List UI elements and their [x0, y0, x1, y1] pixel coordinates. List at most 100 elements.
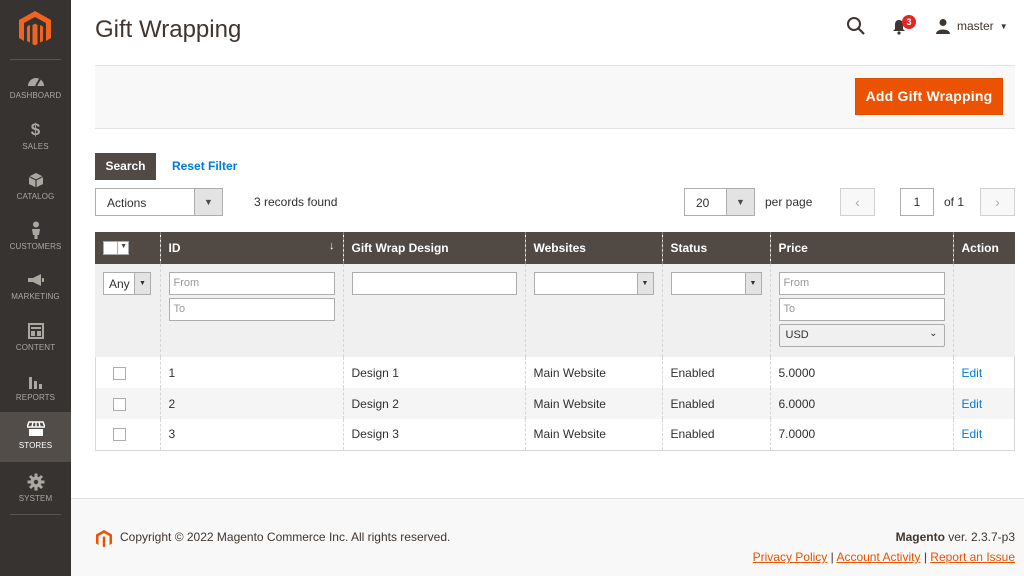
mass-filter-select[interactable]: Any ▼ — [103, 272, 151, 295]
column-header-label: Websites — [533, 241, 586, 255]
sidebar-item-system[interactable]: SYSTEM — [0, 465, 71, 515]
layout-icon — [0, 320, 71, 342]
table-row[interactable]: 1 Design 1 Main Website Enabled 5.0000 E… — [95, 357, 1015, 388]
column-header-design[interactable]: Gift Wrap Design — [343, 232, 526, 264]
cell-price: 5.0000 — [770, 357, 954, 388]
id-to-input[interactable]: To — [168, 298, 335, 321]
cell-price: 6.0000 — [770, 388, 954, 419]
sidebar-divider — [10, 59, 61, 60]
add-gift-wrapping-button[interactable]: Add Gift Wrapping — [855, 78, 1003, 115]
sort-arrow-icon: ↓ — [329, 240, 335, 252]
sidebar-item-customers[interactable]: CUSTOMERS — [0, 213, 71, 263]
filter-cell — [343, 264, 526, 357]
filter-cell: ▼ — [525, 264, 663, 357]
magento-logo[interactable] — [19, 11, 51, 47]
sidebar-item-label: CATALOG — [16, 192, 55, 201]
page-count: of 1 — [944, 195, 965, 209]
box-icon — [0, 169, 71, 191]
price-from-input[interactable]: From — [778, 272, 945, 295]
current-page-input[interactable]: 1 — [900, 188, 934, 216]
user-account-menu[interactable]: master ▼ — [935, 17, 1008, 35]
websites-filter-select[interactable]: ▼ — [533, 272, 654, 295]
row-checkbox[interactable] — [113, 397, 126, 411]
table-header-row: ▼ ID ↓ Gift Wrap Design Websites Status … — [95, 232, 1015, 264]
privacy-policy-link[interactable]: Privacy Policy — [753, 550, 828, 564]
per-page-label: per page — [765, 195, 813, 209]
design-filter-input[interactable] — [351, 272, 517, 295]
chevron-down-icon: ▼ — [120, 243, 127, 251]
notifications-button[interactable]: 3 — [890, 15, 916, 36]
column-header-id[interactable]: ID ↓ — [160, 232, 344, 264]
chevron-down-icon: ▼ — [999, 21, 1008, 31]
per-page-select[interactable]: 20 ▼ — [684, 188, 755, 216]
edit-link[interactable]: Edit — [962, 427, 983, 441]
chevron-down-icon: ▼ — [134, 273, 150, 294]
row-select-cell — [95, 388, 161, 419]
currency-select[interactable]: USD ⌄ — [778, 324, 945, 347]
footer-links: Privacy Policy | Account Activity | Repo… — [752, 550, 1015, 564]
row-checkbox[interactable] — [113, 428, 126, 442]
column-header-websites[interactable]: Websites — [525, 232, 663, 264]
column-header-label: ID — [168, 241, 181, 255]
previous-page-button[interactable]: ‹ — [840, 188, 875, 216]
cell-status: Enabled — [662, 388, 771, 419]
magento-footer-logo — [96, 530, 112, 548]
filter-cell: ▼ — [662, 264, 771, 357]
reset-filter-link[interactable]: Reset Filter — [172, 159, 237, 173]
search-icon[interactable] — [845, 15, 867, 37]
mass-select-checkbox[interactable]: ▼ — [103, 241, 129, 256]
id-from-input[interactable]: From — [168, 272, 335, 295]
sidebar-item-catalog[interactable]: CATALOG — [0, 163, 71, 213]
cell-design: Design 3 — [343, 419, 526, 451]
cell-id: 1 — [160, 357, 344, 388]
sidebar-item-dashboard[interactable]: DASHBOARD — [0, 62, 71, 112]
sidebar-item-sales[interactable]: $ SALES — [0, 113, 71, 163]
column-header-price[interactable]: Price — [770, 232, 954, 264]
report-issue-link[interactable]: Report an Issue — [930, 550, 1015, 564]
cell-id: 2 — [160, 388, 344, 419]
user-name: master — [957, 19, 994, 33]
cell-website: Main Website — [525, 357, 663, 388]
sidebar-item-marketing[interactable]: MARKETING — [0, 263, 71, 313]
row-select-cell — [95, 357, 161, 388]
chevron-down-icon: ▼ — [744, 273, 761, 294]
dashboard-icon — [0, 68, 71, 90]
column-header-label: Action — [961, 241, 999, 255]
status-filter-select[interactable]: ▼ — [670, 272, 762, 295]
sidebar-item-label: CUSTOMERS — [9, 242, 62, 251]
column-header-status[interactable]: Status — [662, 232, 771, 264]
storefront-icon — [0, 418, 71, 440]
filter-cell — [953, 264, 1015, 357]
bar-chart-icon — [0, 370, 71, 392]
per-page-value: 20 — [696, 196, 710, 210]
cell-website: Main Website — [525, 419, 663, 451]
next-page-button[interactable]: › — [980, 188, 1015, 216]
price-to-input[interactable]: To — [778, 298, 945, 321]
sidebar-item-stores[interactable]: STORES — [0, 412, 71, 462]
mass-actions-select[interactable]: Actions ▼ — [95, 188, 223, 216]
records-found: 3 records found — [254, 195, 338, 209]
account-activity-link[interactable]: Account Activity — [836, 550, 920, 564]
dollar-icon: $ — [30, 120, 41, 139]
mass-select-header[interactable]: ▼ — [95, 232, 161, 264]
sidebar-item-label: DASHBOARD — [9, 91, 62, 100]
currency-value: USD — [785, 329, 809, 341]
sidebar-divider — [10, 514, 61, 515]
sidebar-item-content[interactable]: CONTENT — [0, 314, 71, 364]
table-row[interactable]: 3 Design 3 Main Website Enabled 7.0000 E… — [95, 419, 1015, 451]
search-button[interactable]: Search — [95, 153, 156, 180]
edit-link[interactable]: Edit — [962, 397, 983, 411]
edit-link[interactable]: Edit — [962, 366, 983, 380]
mass-filter-value: Any — [109, 277, 130, 291]
table-row[interactable]: 2 Design 2 Main Website Enabled 6.0000 E… — [95, 388, 1015, 419]
chevron-down-icon: ▼ — [726, 189, 754, 215]
chevron-down-icon: ⌄ — [929, 328, 938, 339]
filter-row: Any ▼ From To ▼ ▼ From To USD ⌄ — [95, 264, 1015, 357]
column-header-label: Price — [778, 241, 808, 255]
cell-status: Enabled — [662, 419, 771, 451]
row-checkbox[interactable] — [113, 366, 126, 380]
cell-action: Edit — [953, 419, 1015, 451]
mass-actions-value: Actions — [107, 196, 147, 210]
sidebar-item-reports[interactable]: REPORTS — [0, 364, 71, 414]
chevron-down-icon: ▼ — [194, 189, 222, 215]
